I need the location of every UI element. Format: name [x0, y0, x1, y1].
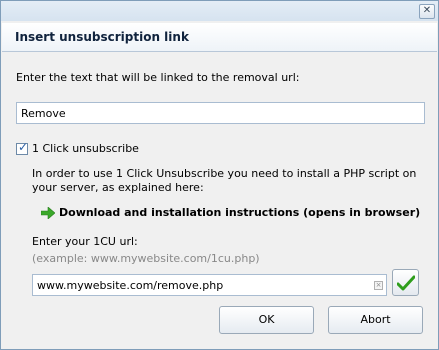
url-example: (example: www.mywebsite.com/1cu.php): [32, 252, 260, 265]
dialog-header: Insert unsubscription link: [2, 23, 437, 52]
checkmark-icon: [397, 275, 415, 291]
ok-button[interactable]: OK: [219, 306, 314, 334]
title-bar: ✕: [1, 1, 438, 21]
link-text-label: Enter the text that will be linked to th…: [16, 71, 300, 84]
one-click-label[interactable]: 1 Click unsubscribe: [32, 142, 139, 155]
dialog-window: ✕ Insert unsubscription link Enter the t…: [0, 0, 439, 350]
url-label: Enter your 1CU url:: [32, 235, 138, 248]
info-text: In order to use 1 Click Unsubscribe you …: [32, 167, 417, 194]
download-instructions-link[interactable]: Download and installation instructions (…: [41, 206, 420, 219]
download-link-label[interactable]: Download and installation instructions (…: [59, 206, 420, 219]
verify-url-button[interactable]: [392, 269, 419, 296]
abort-button[interactable]: Abort: [328, 306, 423, 334]
link-text-input[interactable]: [16, 102, 425, 124]
clear-icon[interactable]: ×: [374, 281, 383, 290]
page-title: Insert unsubscription link: [15, 30, 189, 44]
close-icon[interactable]: ✕: [419, 4, 435, 19]
url-input[interactable]: [32, 274, 387, 296]
one-click-checkbox[interactable]: ✓: [16, 140, 29, 155]
arrow-right-icon: [41, 206, 55, 219]
checkbox-icon: ✓: [18, 140, 29, 154]
